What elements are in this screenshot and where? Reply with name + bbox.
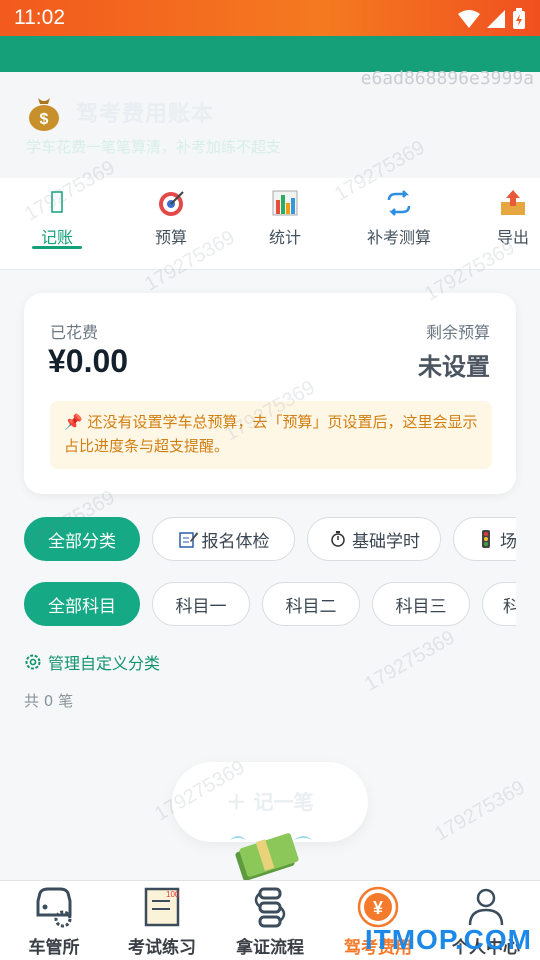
flying-money-icon bbox=[230, 833, 312, 881]
app-bar bbox=[0, 36, 540, 72]
chip-label: 科目三 bbox=[395, 596, 447, 617]
page-header: e6ad868896e3999a $ 驾考费用账本 学车花费一笔笔算清，补考加练… bbox=[0, 68, 540, 178]
status-icons bbox=[458, 8, 526, 30]
tab-label: 统计 bbox=[268, 228, 301, 247]
nav-label: 拿证流程 bbox=[236, 938, 304, 958]
spent-label: 已花费 bbox=[50, 323, 99, 342]
tab-label: 预算 bbox=[154, 228, 187, 247]
signal-icon bbox=[487, 10, 505, 28]
summary-card: 已花费 ¥0.00 剩余预算 未设置 📌 还没有设置学车总预算，去「预算」页设置… bbox=[24, 293, 516, 494]
remaining-budget-label: 剩余预算 bbox=[425, 323, 490, 342]
chip-label: 科目一 bbox=[175, 596, 227, 617]
watermark-text: 179275369 bbox=[430, 776, 529, 846]
chip-subject-4[interactable]: 科 bbox=[482, 582, 516, 626]
chip-basic-hours[interactable]: 基础学时 bbox=[307, 517, 441, 561]
wifi-icon bbox=[458, 10, 480, 28]
export-icon bbox=[501, 190, 525, 215]
yuan-coin-icon: ¥ bbox=[357, 886, 399, 928]
flow-icon bbox=[254, 887, 286, 928]
tab-label: 记账 bbox=[40, 228, 73, 247]
add-record-label: ＋ 记一笔 bbox=[226, 790, 314, 814]
pen-paper-icon bbox=[178, 532, 198, 548]
chip-label: 科 bbox=[503, 596, 516, 617]
status-time: 11:02 bbox=[14, 6, 65, 29]
status-bar: 11:02 bbox=[0, 0, 540, 36]
chip-subject-2[interactable]: 科目二 bbox=[262, 582, 360, 626]
nav-exam-practice[interactable]: 100 考试练习 bbox=[108, 885, 216, 958]
chip-label: 场 bbox=[500, 531, 516, 552]
subject-filter: 全部科目 科目一 科目二 科目三 科 bbox=[24, 582, 516, 628]
svg-text:¥: ¥ bbox=[373, 898, 383, 918]
svg-text:100: 100 bbox=[166, 890, 180, 899]
nav-vehicle-office[interactable]: 车管所 bbox=[0, 885, 108, 958]
chip-subject-1[interactable]: 科目一 bbox=[152, 582, 250, 626]
target-icon bbox=[159, 191, 184, 216]
car-gear-icon bbox=[36, 887, 72, 928]
tab-active-indicator bbox=[32, 246, 82, 249]
nav-license-process[interactable]: 拿证流程 bbox=[216, 885, 324, 958]
battery-icon bbox=[513, 8, 525, 29]
chip-registration-medical[interactable]: 报名体检 bbox=[152, 517, 295, 561]
gear-icon bbox=[25, 654, 41, 670]
chip-label: 全部分类 bbox=[48, 531, 116, 552]
chip-all-subjects[interactable]: 全部科目 bbox=[24, 582, 140, 626]
timer-icon bbox=[331, 531, 345, 547]
manage-categories-label: 管理自定义分类 bbox=[48, 654, 161, 673]
chip-field[interactable]: 场 bbox=[453, 517, 516, 561]
site-logo: ITMOP.COM bbox=[364, 924, 532, 955]
tab-export[interactable]: 导出 bbox=[463, 188, 540, 264]
nav-label: 车管所 bbox=[28, 938, 80, 958]
svg-text:$: $ bbox=[40, 111, 49, 128]
exam-paper-icon: 100 bbox=[144, 887, 180, 927]
watermark-id: e6ad868896e3999a bbox=[360, 68, 534, 89]
chip-all-categories[interactable]: 全部分类 bbox=[24, 517, 140, 561]
page-title: 驾考费用账本 bbox=[76, 102, 215, 127]
spent-value: ¥0.00 bbox=[48, 343, 129, 379]
chip-label: 全部科目 bbox=[48, 596, 116, 617]
person-icon bbox=[468, 888, 504, 926]
notebook-icon bbox=[51, 191, 63, 213]
bar-chart-icon bbox=[272, 190, 298, 216]
traffic-light-icon bbox=[482, 530, 490, 548]
remaining-budget-value: 未设置 bbox=[418, 353, 490, 381]
tab-bookkeeping[interactable]: 记账 bbox=[7, 188, 107, 264]
section-tabs: 记账 预算 统计 补考测算 导出 bbox=[0, 178, 540, 270]
tab-retake-estimate[interactable]: 补考测算 bbox=[349, 188, 449, 264]
tab-label: 导出 bbox=[496, 228, 529, 247]
money-bag-icon: $ bbox=[29, 98, 59, 131]
tab-statistics[interactable]: 统计 bbox=[235, 188, 335, 264]
chip-subject-3[interactable]: 科目三 bbox=[372, 582, 470, 626]
refresh-icon bbox=[387, 190, 411, 216]
manage-categories-link[interactable]: 管理自定义分类 bbox=[24, 650, 160, 674]
nav-label: 考试练习 bbox=[128, 938, 196, 958]
category-filter: 全部分类 报名体检 基础学时 场 bbox=[24, 517, 516, 563]
page-subtitle: 学车花费一笔笔算清，补考加练不超支 bbox=[26, 138, 282, 156]
tab-label: 补考测算 bbox=[366, 228, 431, 247]
chip-label: 科目二 bbox=[285, 596, 337, 617]
budget-notice: 📌 还没有设置学车总预算，去「预算」页设置后，这里会显示占比进度条与超支提醒。 bbox=[50, 401, 492, 469]
record-count: 共 0 笔 bbox=[24, 692, 74, 710]
watermark-text: 179275369 bbox=[360, 626, 459, 696]
tab-budget[interactable]: 预算 bbox=[121, 188, 221, 264]
chip-label: 报名体检 bbox=[201, 531, 270, 552]
chip-label: 基础学时 bbox=[352, 531, 420, 552]
